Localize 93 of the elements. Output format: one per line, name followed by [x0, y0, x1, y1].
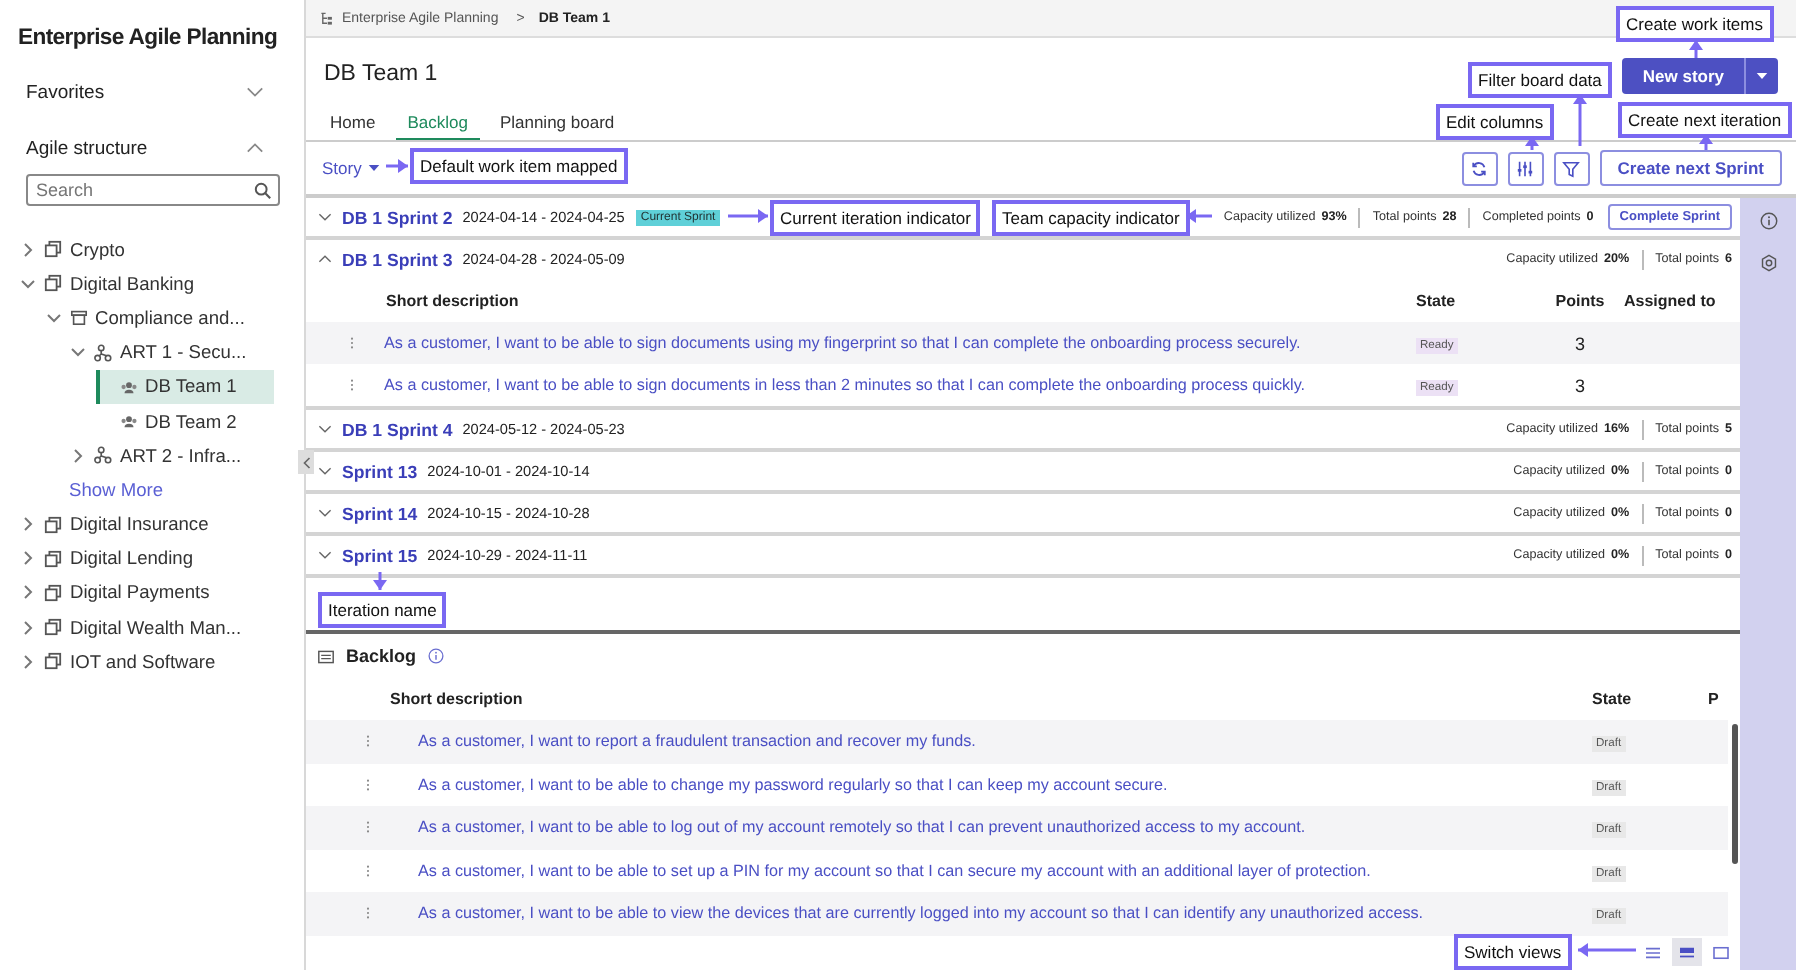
- refresh-icon: [1470, 159, 1489, 177]
- tree-item[interactable]: DB Team 1: [95, 369, 274, 404]
- edit-columns-button[interactable]: [1507, 151, 1544, 185]
- column-header: Short description: [384, 291, 521, 309]
- card-view-icon: [1712, 945, 1730, 959]
- callout-label: Current iteration indicator: [770, 200, 981, 236]
- hierarchy-icon: [320, 11, 334, 25]
- list-view-icon: [1644, 945, 1662, 959]
- column-header: State: [1592, 690, 1634, 708]
- chevron-down-icon: [318, 466, 332, 476]
- dropdown-button[interactable]: [1744, 58, 1778, 94]
- sliders-icon: [1516, 159, 1535, 177]
- backlog-title: Backlog: [346, 646, 417, 666]
- app-title: Enterprise Agile Planning: [16, 24, 280, 50]
- work-item-type-dropdown[interactable]: Story: [322, 158, 380, 178]
- tree-item[interactable]: Digital Wealth Man...: [20, 610, 274, 645]
- callout-label: Iteration name: [318, 592, 447, 628]
- list-icon: [318, 649, 334, 663]
- column-header: P: [1708, 690, 1721, 708]
- collapse-handle[interactable]: [298, 450, 314, 474]
- tree-item[interactable]: DB Team 2: [95, 403, 274, 439]
- info-icon[interactable]: [428, 648, 445, 664]
- story-link[interactable]: As a customer, I want to be able to sign documents in less than 2 minutes so that I can complete the onboarding process quickly.: [384, 376, 1306, 394]
- chevron-down-icon: [318, 212, 332, 222]
- callout-label: Team capacity indicator: [992, 200, 1190, 236]
- chevron-up-icon: [318, 254, 332, 264]
- filter-button[interactable]: [1553, 151, 1590, 185]
- settings-icon[interactable]: [1759, 254, 1777, 272]
- tree-item[interactable]: Digital Lending: [20, 541, 274, 576]
- callout-label: Switch views: [1454, 934, 1572, 970]
- story-link[interactable]: As a customer, I want to be able to sign documents using my fingerprint so that I can complete the onboarding process securely.: [384, 334, 1301, 352]
- hierarchy-icon: [94, 343, 112, 362]
- chevron-down-icon: [318, 508, 332, 518]
- team-icon: [119, 377, 137, 396]
- column-header: State: [1416, 291, 1458, 309]
- new-story-button[interactable]: New story: [1622, 58, 1744, 94]
- refresh-button[interactable]: [1461, 151, 1498, 185]
- sprint-name[interactable]: DB 1 Sprint 2: [342, 207, 453, 227]
- chevron-down-icon: [318, 550, 332, 560]
- sprint-name[interactable]: DB 1 Sprint 3: [342, 249, 453, 269]
- tab[interactable]: Planning board: [487, 106, 627, 140]
- tree-item[interactable]: Digital Banking: [20, 266, 274, 301]
- tree-item[interactable]: Compliance and...: [45, 300, 274, 336]
- chevron-right-icon[interactable]: [70, 447, 86, 464]
- tree-item[interactable]: Digital Payments: [20, 575, 274, 611]
- view-mode-button[interactable]: [1672, 938, 1702, 966]
- sprint-name[interactable]: Sprint 15: [342, 545, 418, 565]
- info-icon[interactable]: [1759, 212, 1777, 230]
- tree-item[interactable]: ART 2 - Infra...: [70, 438, 274, 473]
- page-title: DB Team 1: [324, 60, 438, 86]
- sprint-name[interactable]: Sprint 14: [342, 503, 418, 523]
- team-icon: [119, 412, 137, 431]
- chevron-down-icon: [246, 86, 264, 98]
- tree-item[interactable]: Digital Insurance: [20, 507, 274, 542]
- tab[interactable]: Backlog: [395, 106, 480, 140]
- callout-label: Edit columns: [1436, 104, 1554, 140]
- chevron-up-icon: [246, 142, 264, 154]
- caret-icon: [1756, 72, 1768, 80]
- tree-item[interactable]: ART 1 - Secu...: [70, 335, 274, 370]
- chevron-right-icon[interactable]: [20, 241, 36, 258]
- hierarchy-icon: [94, 446, 112, 465]
- sprint-name[interactable]: Sprint 13: [342, 461, 418, 481]
- compact-view-icon: [1678, 945, 1696, 959]
- sprint-name[interactable]: DB 1 Sprint 4: [342, 419, 453, 439]
- story-link[interactable]: As a customer, I want to be able to change my password regularly so that I can keep my account secure.: [418, 775, 1168, 794]
- story-link[interactable]: As a customer, I want to be able to set up a PIN for my account so that I can secure my account with an additional layer of protection.: [418, 861, 1371, 880]
- search-field[interactable]: Search: [26, 174, 280, 206]
- callout-label: Default work item mapped: [410, 148, 628, 184]
- column-header: Short description: [388, 690, 525, 708]
- story-link[interactable]: As a customer, I want to be able to log out of my account remotely so that I can prevent unauthorized access to my account.: [418, 818, 1306, 837]
- show-more-link[interactable]: Show More: [69, 479, 164, 500]
- points-cell-text: 3: [1572, 333, 1587, 353]
- box-icon: [69, 308, 87, 327]
- section-header[interactable]: Agile structure: [0, 134, 304, 162]
- points-cell-text: 3: [1572, 375, 1587, 395]
- section-header[interactable]: Favorites: [0, 78, 304, 106]
- chevron-down-icon: [318, 424, 332, 434]
- tab[interactable]: Home: [318, 106, 388, 140]
- scrollbar[interactable]: [1732, 724, 1738, 864]
- caret-icon: [367, 164, 380, 172]
- filter-icon: [1562, 159, 1581, 177]
- column-header: Assigned to: [1624, 291, 1718, 309]
- search-icon: [254, 181, 272, 199]
- create-sprint-button[interactable]: Create next Sprint: [1599, 150, 1782, 186]
- callout-label: Create next iteration: [1618, 102, 1792, 138]
- story-link[interactable]: As a customer, I want to be able to view the devices that are currently logged into my account so that I can identify any unauthorized access.: [418, 904, 1424, 923]
- column-header: Points: [1553, 291, 1607, 309]
- story-link[interactable]: As a customer, I want to report a fraudulent transaction and recover my funds.: [418, 732, 976, 751]
- tree-item[interactable]: Crypto: [20, 232, 274, 267]
- callout-label: Create work items: [1616, 6, 1773, 42]
- chevron-down-icon[interactable]: [70, 344, 86, 361]
- callout-label: Filter board data: [1468, 62, 1612, 98]
- tree-item[interactable]: IOT and Software: [20, 644, 274, 679]
